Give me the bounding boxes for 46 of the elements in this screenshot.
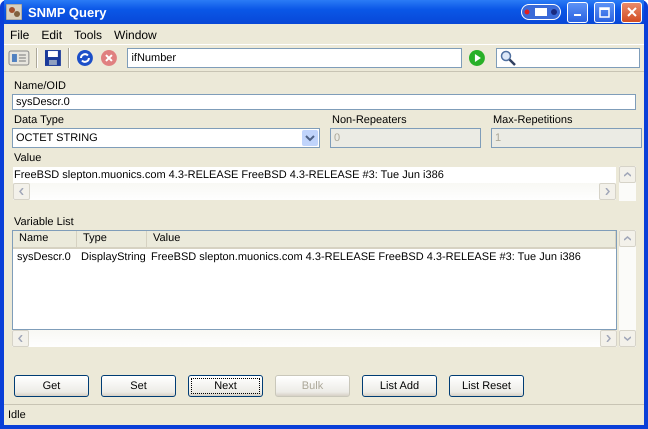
- menu-item[interactable]: Tools: [70, 28, 110, 42]
- action-button[interactable]: List Add: [362, 375, 437, 397]
- play-icon[interactable]: [468, 49, 486, 67]
- table-cell-text: sysDescr.0: [16, 251, 72, 263]
- menu-item[interactable]: Edit: [37, 28, 70, 42]
- action-button[interactable]: List Reset: [449, 375, 524, 397]
- column-header[interactable]: Name: [13, 231, 77, 247]
- minimize-icon: [574, 14, 581, 16]
- action-button[interactable]: Set: [101, 375, 176, 397]
- minimize-button[interactable]: [567, 2, 588, 22]
- window-title: SNMP Query: [28, 4, 108, 20]
- column-header[interactable]: Value: [147, 231, 616, 247]
- vertical-scrollbar[interactable]: [619, 166, 636, 201]
- menu-item[interactable]: Window: [110, 28, 165, 42]
- window-list-icon[interactable]: [8, 49, 30, 67]
- menu-item[interactable]: File: [6, 28, 38, 42]
- horizontal-scrollbar[interactable]: [12, 330, 617, 347]
- table-cell-text: FreeBSD slepton.muonics.com 4.3-RELEASE FreeBSD 4.3-RELEASE #3: Tue Jun i386: [150, 251, 582, 263]
- column-header[interactable]: Type: [77, 231, 147, 247]
- stop-icon[interactable]: [100, 49, 118, 67]
- field-label: Value: [14, 152, 42, 164]
- table-cell-text: DisplayString: [80, 251, 147, 263]
- field-label: Max-Repetitions: [493, 114, 574, 126]
- action-button[interactable]: Next: [188, 375, 263, 397]
- close-icon: [626, 7, 636, 17]
- save-icon[interactable]: [44, 49, 62, 67]
- tray-pill-icon[interactable]: [521, 4, 561, 20]
- field-label: Variable List: [14, 216, 75, 228]
- search-field[interactable]: [496, 48, 640, 68]
- horizontal-scrollbar[interactable]: [13, 183, 616, 200]
- field-label: Name/OID: [14, 80, 67, 92]
- field-label: Data Type: [14, 114, 65, 126]
- refresh-icon[interactable]: [76, 49, 94, 67]
- close-button[interactable]: [621, 2, 642, 22]
- name-oid-field[interactable]: sysDescr.0: [12, 94, 636, 110]
- maximize-icon: [599, 6, 610, 18]
- action-button[interactable]: Get: [14, 375, 89, 397]
- value-text-area[interactable]: FreeBSD slepton.muonics.com 4.3-RELEASE FreeBSD 4.3-RELEASE #3: Tue Jun i386: [13, 167, 616, 183]
- oid-field[interactable]: ifNumber: [127, 48, 462, 68]
- search-icon: [500, 50, 516, 66]
- data-type-dropdown[interactable]: OCTET STRING: [12, 128, 320, 148]
- app-icon: [6, 4, 22, 20]
- field-label: Non-Repeaters: [332, 114, 408, 126]
- status-text: Idle: [8, 409, 26, 421]
- vertical-scrollbar[interactable]: [619, 230, 636, 347]
- maximize-button[interactable]: [594, 2, 615, 22]
